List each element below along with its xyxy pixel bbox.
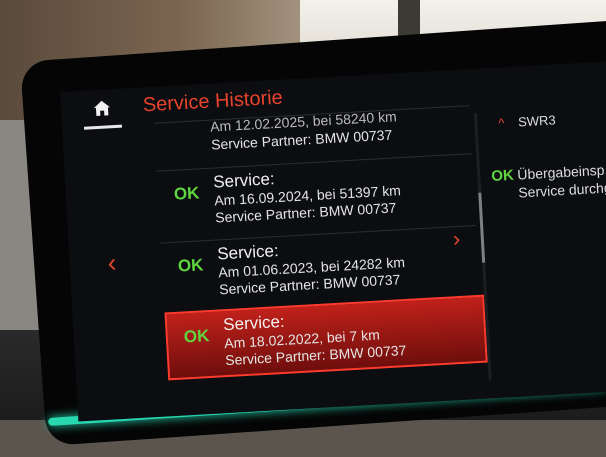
infotainment-screen: Service Historie ‹ › Am 12.02.2025, bei … (60, 60, 606, 422)
list-item[interactable]: OK Service: Am 01.06.2023, bei 24282 km … (160, 224, 480, 308)
radio-widget[interactable]: ^ SWR3 (498, 112, 556, 130)
status-ok: OK (173, 183, 200, 204)
page-title: Service Historie (142, 86, 284, 117)
chevron-up-icon: ^ (497, 115, 505, 131)
home-button[interactable] (82, 94, 123, 130)
side-panel-line: Service durchge (517, 178, 606, 201)
list-item-selected[interactable]: OK Service: Am 18.02.2022, bei 7 km Serv… (164, 294, 488, 381)
previous-page-button[interactable]: ‹ (107, 247, 117, 278)
status-ok: OK (490, 166, 515, 186)
home-icon (93, 100, 110, 117)
status-ok: OK (183, 326, 210, 347)
radio-station: SWR3 (517, 112, 557, 130)
side-panel: ^ SWR3 OK Übergabeinsp. Service durchge (480, 100, 606, 348)
service-history-list: Am 12.02.2025, bei 58240 km Service Part… (153, 105, 488, 398)
status-ok: OK (177, 255, 204, 276)
